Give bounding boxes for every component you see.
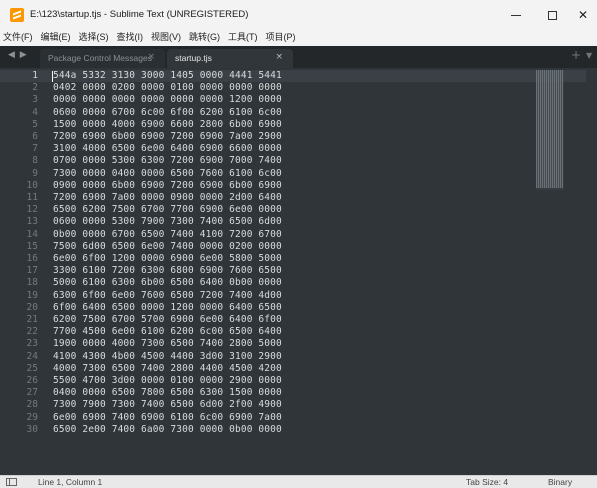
code-line[interactable]: 0900 0000 6b00 6900 7200 6900 6b00 6900 — [53, 180, 282, 192]
code-line[interactable]: 0402 0000 0200 0000 0100 0000 0000 0000 — [53, 82, 282, 94]
line-number: 2 — [32, 82, 38, 94]
new-tab-icon[interactable]: + — [571, 48, 581, 62]
tab-close-icon[interactable]: × — [275, 52, 283, 62]
tab-size-indicator[interactable]: Tab Size: 4 — [466, 477, 508, 487]
text-cursor — [52, 71, 53, 82]
sublime-logo-icon — [10, 8, 24, 22]
minimize-icon — [511, 14, 521, 16]
line-number: 17 — [26, 265, 38, 277]
code-line[interactable]: 6500 2e00 7400 6a00 7300 0000 0b00 0000 — [53, 424, 282, 436]
line-number: 7 — [32, 143, 38, 155]
code-line[interactable]: 0700 0000 5300 6300 7200 6900 7000 7400 — [53, 155, 282, 167]
tab-nav-arrows-icon[interactable]: ◀ ▶ — [8, 50, 28, 60]
menu-item[interactable]: 项目(P) — [262, 30, 300, 46]
line-number: 20 — [26, 301, 38, 313]
line-number-gutter: 1 2 3 4 5 6 7 8 9 10 11 12 13 14 15 16 17 18 19 20 21 22 23 24 2… — [0, 68, 46, 475]
code-line[interactable]: 6e00 6900 7400 6900 6100 6c00 6900 7a00 — [53, 412, 282, 424]
line-number: 13 — [26, 216, 38, 228]
status-bar: Line 1, Column 1 Tab Size: 4 Binary — [0, 475, 597, 488]
line-number: 23 — [26, 338, 38, 350]
tab-close-icon[interactable]: × — [147, 52, 155, 62]
line-number: 19 — [26, 289, 38, 301]
code-line[interactable]: 5500 4700 3d00 0000 0100 0000 2900 0000 — [53, 375, 282, 387]
code-line[interactable]: 1900 0000 4000 7300 6500 7400 2800 5000 — [53, 338, 282, 350]
line-number: 30 — [26, 423, 38, 435]
menu-item[interactable]: 视图(V) — [147, 30, 185, 46]
line-number: 12 — [26, 204, 38, 216]
code-line[interactable]: 0600 0000 6700 6c00 6f00 6200 6100 6c00 — [53, 107, 282, 119]
code-line[interactable]: 0b00 0000 6700 6500 7400 4100 7200 6700 — [53, 229, 282, 241]
line-number: 8 — [32, 155, 38, 167]
code-line[interactable]: 7500 6d00 6500 6e00 7400 0000 0200 0000 — [53, 241, 282, 253]
code-line[interactable]: 6300 6f00 6e00 7600 6500 7200 7400 4d00 — [53, 290, 282, 302]
tab-list-dropdown-icon[interactable]: ▼ — [586, 51, 592, 60]
line-number: 27 — [26, 387, 38, 399]
line-number: 1 — [32, 70, 38, 81]
minimap[interactable] — [536, 70, 564, 190]
line-number: 25 — [26, 362, 38, 374]
app-window: E:\123\startup.tjs - Sublime Text (UNREG… — [0, 0, 597, 488]
code-line[interactable]: 544a 5332 3130 3000 1405 0000 4441 5441 — [53, 70, 282, 82]
cursor-position[interactable]: Line 1, Column 1 — [38, 477, 102, 487]
tab-bar: ◀ ▶ Package Control Messages × startup.t… — [0, 46, 597, 68]
line-number: 3 — [32, 94, 38, 106]
close-icon: ✕ — [577, 8, 589, 22]
code-line[interactable]: 0600 0000 5300 7900 7300 7400 6500 6d00 — [53, 216, 282, 228]
line-number: 29 — [26, 411, 38, 423]
code-line[interactable]: 4100 4300 4b00 4500 4400 3d00 3100 2900 — [53, 351, 282, 363]
code-line[interactable]: 7300 7900 7300 7400 6500 6d00 2f00 4900 — [53, 399, 282, 411]
code-line[interactable]: 1500 0000 4000 6900 6600 2800 6b00 6900 — [53, 119, 282, 131]
line-number: 26 — [26, 375, 38, 386]
tab-package-control-messages[interactable]: Package Control Messages × — [40, 49, 165, 68]
code-line[interactable]: 6200 7500 6700 5700 6900 6e00 6400 6f00 — [53, 314, 282, 326]
line-number: 16 — [26, 253, 38, 264]
code-line[interactable]: 5000 6100 6300 6b00 6500 6400 0b00 0000 — [53, 277, 282, 289]
menu-item[interactable]: 文件(F) — [0, 30, 37, 46]
title-bar[interactable]: E:\123\startup.tjs - Sublime Text (UNREG… — [0, 0, 597, 30]
code-line[interactable]: 3300 6100 7200 6300 6800 6900 7600 6500 — [53, 265, 282, 277]
line-number: 11 — [26, 192, 38, 203]
line-number: 21 — [26, 314, 38, 325]
menu-item[interactable]: 工具(T) — [224, 30, 262, 46]
line-number: 4 — [32, 106, 38, 118]
minimap-line — [536, 186, 563, 188]
minimize-button[interactable] — [498, 0, 534, 30]
tab-label: startup.tjs — [175, 53, 212, 63]
side-panel-icon[interactable] — [6, 478, 17, 486]
editor-area[interactable]: 1 2 3 4 5 6 7 8 9 10 11 12 13 14 15 16 17 18 19 20 21 22 23 24 2… — [0, 68, 597, 475]
menu-item[interactable]: 编辑(E) — [37, 30, 75, 46]
maximize-icon — [547, 10, 557, 20]
line-number: 5 — [32, 118, 38, 130]
menu-item[interactable]: 跳转(G) — [185, 30, 224, 46]
code-line[interactable]: 3100 4000 6500 6e00 6400 6900 6600 0000 — [53, 143, 282, 155]
close-button[interactable]: ✕ — [565, 0, 597, 30]
line-number: 10 — [26, 179, 38, 191]
code-line[interactable]: 0000 0000 0000 0000 0000 0000 1200 0000 — [53, 94, 282, 106]
line-number: 18 — [26, 277, 38, 289]
window-title: E:\123\startup.tjs - Sublime Text (UNREG… — [30, 9, 249, 20]
code-line[interactable]: 6f00 6400 6500 0000 1200 0000 6400 6500 — [53, 302, 282, 314]
line-number: 22 — [26, 326, 38, 338]
line-number: 24 — [26, 350, 38, 362]
menu-item[interactable]: 查找(I) — [113, 30, 148, 46]
menu-bar: 文件(F) 编辑(E) 选择(S) 查找(I) 视图(V) 跳转(G) 工具(T) 项目(P) — [0, 30, 597, 46]
tab-label: Package Control Messages — [48, 53, 152, 63]
code-line[interactable]: 6e00 6f00 1200 0000 6900 6e00 5800 5000 — [53, 253, 282, 265]
code-line[interactable]: 6500 6200 7500 6700 7700 6900 6e00 0000 — [53, 204, 282, 216]
line-number: 9 — [32, 167, 38, 179]
code-line[interactable]: 7200 6900 6b00 6900 7200 6900 7a00 2900 — [53, 131, 282, 143]
line-number: 6 — [32, 131, 38, 142]
tab-startup-tjs[interactable]: startup.tjs × — [167, 49, 293, 68]
vertical-scrollbar[interactable] — [586, 68, 597, 475]
code-line[interactable]: 7200 6900 7a00 0000 0900 0000 2d00 6400 — [53, 192, 282, 204]
line-number: 14 — [26, 228, 38, 240]
syntax-indicator[interactable]: Binary — [548, 477, 572, 487]
code-line[interactable]: 0400 0000 6500 7800 6500 6300 1500 0000 — [53, 387, 282, 399]
line-number: 28 — [26, 399, 38, 411]
menu-item[interactable]: 选择(S) — [75, 30, 113, 46]
code-line[interactable]: 7300 0000 0400 0000 6500 7600 6100 6c00 — [53, 168, 282, 180]
code-line[interactable]: 7700 4500 6e00 6100 6200 6c00 6500 6400 — [53, 326, 282, 338]
code-line[interactable]: 4000 7300 6500 7400 2800 4400 4500 4200 — [53, 363, 282, 375]
line-number: 15 — [26, 240, 38, 252]
